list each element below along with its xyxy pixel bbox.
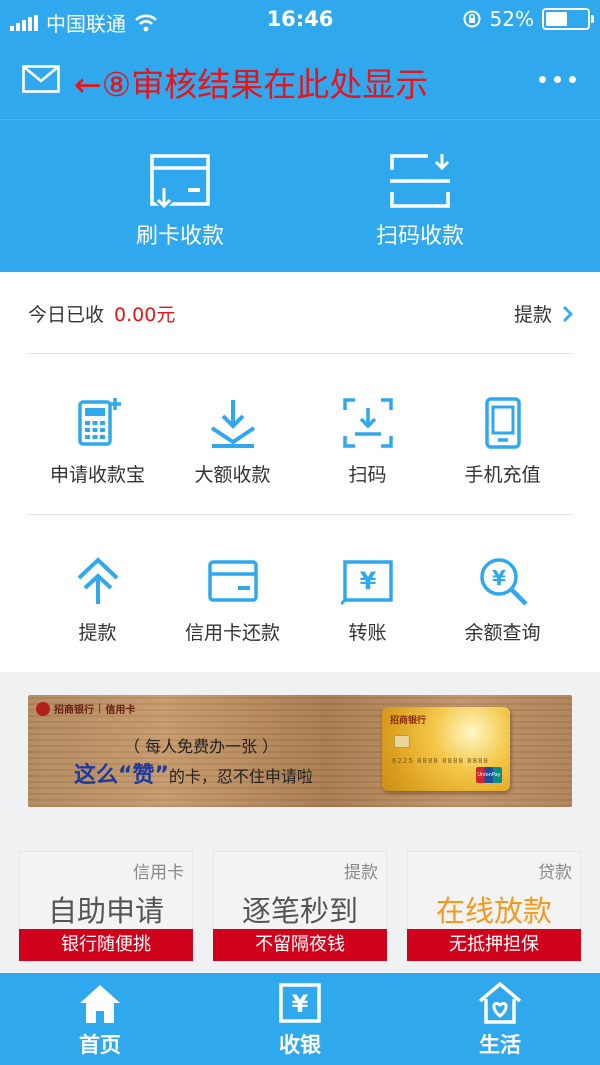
battery-icon bbox=[542, 8, 594, 30]
card-bank: 招商银行 bbox=[390, 716, 427, 726]
card-chip bbox=[394, 735, 410, 748]
scan-pay-icon bbox=[390, 154, 450, 208]
nav-bar: ←⑧审核结果在此处显示 bbox=[0, 40, 600, 120]
bank-sub: 信用卡 bbox=[105, 705, 136, 716]
chevron-right-icon bbox=[563, 305, 573, 322]
home-icon bbox=[80, 985, 120, 1023]
withdraw-link-label: 提款 bbox=[513, 304, 552, 326]
hero-actions: 刷卡收款 扫码收款 bbox=[0, 120, 600, 272]
balance-query-label: 余额查询 bbox=[464, 622, 541, 644]
today-label: 今日已收 bbox=[28, 304, 105, 326]
mail-icon[interactable] bbox=[22, 65, 60, 93]
life-icon bbox=[478, 981, 522, 1024]
status-right: 52% bbox=[462, 7, 594, 31]
scan-pay-button[interactable]: 扫码收款 bbox=[320, 152, 520, 250]
credit-repay-label: 信用卡还款 bbox=[184, 622, 280, 644]
transfer-label: 转账 bbox=[348, 622, 387, 644]
apply-pos-button[interactable]: 申请收款宝 bbox=[30, 396, 165, 487]
promo-withdraw[interactable]: 提款 逐笔秒到 不留隔夜钱 bbox=[213, 851, 387, 961]
credit-repay-button[interactable]: 信用卡还款 bbox=[165, 554, 300, 645]
tab-cashier-label: 收银 bbox=[279, 1033, 321, 1057]
promo-strip: 不留隔夜钱 bbox=[213, 929, 387, 961]
promo-title: 自助申请 bbox=[47, 894, 164, 928]
banner-rest: 的卡，忍不住申请啦 bbox=[168, 767, 313, 786]
tab-bar: 首页 ¥ 收银 生活 bbox=[0, 973, 600, 1065]
promo-title: 逐笔秒到 bbox=[241, 894, 358, 928]
scan-button[interactable]: 扫码 bbox=[300, 396, 435, 487]
banner-line2: 这么“赞”的卡，忍不住申请啦 bbox=[74, 757, 313, 789]
promo-tag: 提款 bbox=[344, 863, 378, 883]
scan-icon bbox=[342, 398, 393, 448]
withdraw-link[interactable]: 提款 bbox=[514, 300, 574, 327]
card-number: 6225 8888 8888 8888 bbox=[392, 757, 489, 765]
phone-topup-button[interactable]: 手机充值 bbox=[435, 396, 570, 487]
pos-terminal-icon bbox=[77, 398, 121, 446]
unionpay-logo: UnionPay bbox=[476, 767, 502, 783]
card-swipe-label: 刷卡收款 bbox=[135, 224, 224, 249]
battery-percent: 52% bbox=[489, 7, 534, 31]
up-arrow-icon bbox=[77, 557, 118, 604]
apply-pos-label: 申请收款宝 bbox=[49, 464, 145, 486]
today-received: 今日已收 0.00元 bbox=[28, 300, 175, 327]
tab-life-label: 生活 bbox=[479, 1033, 521, 1057]
more-icon[interactable] bbox=[539, 76, 576, 83]
withdraw-label: 提款 bbox=[78, 622, 117, 644]
promo-strip: 银行随便挑 bbox=[19, 929, 193, 961]
balance-query-button[interactable]: ¥ 余额查询 bbox=[435, 554, 570, 645]
divider bbox=[28, 514, 572, 515]
status-bar: 中国联通 16:46 52% bbox=[0, 0, 600, 40]
credit-card-banner[interactable]: 招商银行 | 信用卡 （ 每人免费办一张 ） 这么“赞”的卡，忍不住申请啦 招商… bbox=[28, 695, 572, 807]
large-payment-label: 大额收款 bbox=[194, 464, 271, 486]
phone-icon bbox=[484, 397, 521, 449]
download-tray-icon bbox=[210, 400, 255, 448]
cashier-icon: ¥ bbox=[279, 983, 321, 1023]
tab-cashier[interactable]: ¥ 收银 bbox=[200, 981, 400, 1059]
bank-logo-icon bbox=[36, 701, 50, 716]
scan-label: 扫码 bbox=[348, 464, 387, 486]
promo-tag: 信用卡 bbox=[133, 863, 184, 883]
yuan-transfer-icon: ¥ bbox=[340, 560, 393, 606]
svg-text:¥: ¥ bbox=[492, 566, 506, 590]
bank-name: 招商银行 bbox=[54, 705, 94, 716]
svg-text:¥: ¥ bbox=[359, 567, 376, 595]
promo-title: 在线放款 bbox=[435, 894, 552, 928]
card-swipe-icon bbox=[150, 154, 210, 210]
scan-pay-label: 扫码收款 bbox=[375, 224, 464, 249]
withdraw-button[interactable]: 提款 bbox=[30, 554, 165, 645]
banner-line1: （ 每人免费办一张 ） bbox=[124, 737, 279, 756]
svg-text:¥: ¥ bbox=[292, 990, 309, 1018]
tab-life[interactable]: 生活 bbox=[400, 981, 600, 1059]
bank-logo: 招商银行 | 信用卡 bbox=[36, 701, 135, 716]
transfer-button[interactable]: ¥ 转账 bbox=[300, 554, 435, 645]
promo-credit-card[interactable]: 信用卡 自助申请 银行随便挑 bbox=[19, 851, 193, 961]
divider bbox=[28, 353, 572, 354]
banner-highlight: 这么“赞” bbox=[74, 763, 169, 788]
review-result-annotation: ←⑧审核结果在此处显示 bbox=[74, 65, 429, 104]
promo-tag: 贷款 bbox=[538, 863, 572, 883]
rotation-lock-icon bbox=[463, 10, 481, 28]
today-amount: 0.00元 bbox=[114, 304, 176, 326]
tab-home[interactable]: 首页 bbox=[0, 981, 200, 1059]
function-panel: 今日已收 0.00元 提款 申请收款宝 大额收款 扫码 手机充值 提款 信用卡还… bbox=[0, 272, 600, 672]
promo-loan[interactable]: 贷款 在线放款 无抵押担保 bbox=[407, 851, 581, 961]
card-swipe-button[interactable]: 刷卡收款 bbox=[80, 152, 280, 250]
promo-strip: 无抵押担保 bbox=[407, 929, 581, 961]
yuan-search-icon: ¥ bbox=[479, 558, 528, 606]
credit-card-icon bbox=[207, 560, 258, 602]
tab-home-label: 首页 bbox=[79, 1033, 121, 1057]
large-payment-button[interactable]: 大额收款 bbox=[165, 396, 300, 487]
credit-card-image: 招商银行 6225 8888 8888 8888 UnionPay bbox=[382, 707, 510, 791]
phone-topup-label: 手机充值 bbox=[464, 464, 541, 486]
